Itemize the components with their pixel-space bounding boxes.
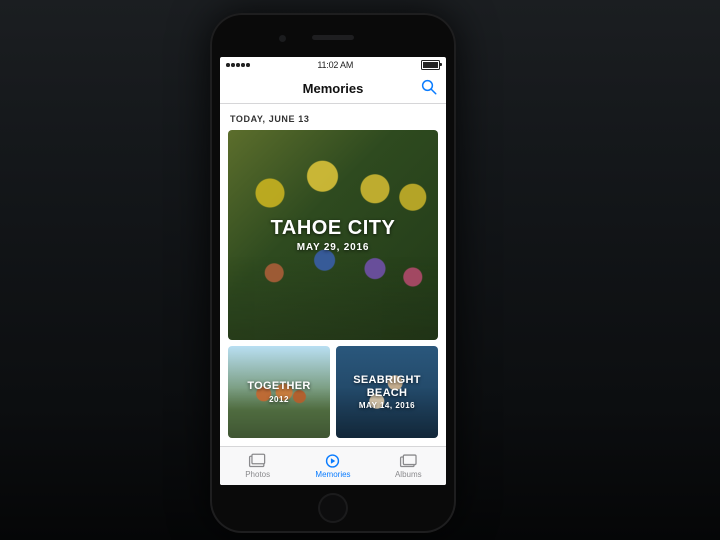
memory-title: TAHOE CITY <box>271 217 396 240</box>
tab-albums[interactable]: Albums <box>371 453 446 479</box>
memory-subtitle: MAY 29, 2016 <box>271 242 396 253</box>
memory-title: TOGETHER <box>247 380 310 392</box>
status-time: 11:02 AM <box>317 60 353 70</box>
presentation-backdrop: 11:02 AM Memories TODAY, JUNE 13 <box>0 0 720 540</box>
status-bar: 11:02 AM <box>220 57 446 73</box>
albums-icon <box>399 453 418 469</box>
search-icon <box>420 78 438 96</box>
memory-title: SEABRIGHT BEACH <box>336 374 438 398</box>
tab-memories[interactable]: Memories <box>295 453 370 479</box>
signal-strength-icon <box>226 63 250 67</box>
memories-icon <box>323 453 342 469</box>
memory-card-tahoe-city[interactable]: TAHOE CITY MAY 29, 2016 <box>228 130 438 340</box>
iphone-device-frame: 11:02 AM Memories TODAY, JUNE 13 <box>210 13 456 533</box>
tab-label: Photos <box>245 470 270 479</box>
front-camera <box>279 35 286 42</box>
earpiece-speaker <box>312 35 354 40</box>
page-title: Memories <box>303 81 364 96</box>
tab-photos[interactable]: Photos <box>220 453 295 479</box>
tab-label: Albums <box>395 470 422 479</box>
memories-list[interactable]: TODAY, JUNE 13 TAHOE CITY MAY 29, 2016 T… <box>220 104 446 446</box>
photos-icon <box>248 453 267 469</box>
battery-icon <box>421 60 440 70</box>
memory-subtitle: MAY 14, 2016 <box>336 401 438 410</box>
home-button[interactable] <box>318 493 348 523</box>
section-header: TODAY, JUNE 13 <box>228 110 438 130</box>
navigation-bar: Memories <box>220 73 446 104</box>
tab-bar: Photos Memories Albums <box>220 446 446 485</box>
memory-card-together[interactable]: TOGETHER 2012 <box>228 346 330 438</box>
memory-card-seabright-beach[interactable]: SEABRIGHT BEACH MAY 14, 2016 <box>336 346 438 438</box>
device-screen: 11:02 AM Memories TODAY, JUNE 13 <box>220 57 446 485</box>
tab-label: Memories <box>315 470 350 479</box>
memory-subtitle: 2012 <box>247 395 310 404</box>
search-button[interactable] <box>420 78 438 96</box>
